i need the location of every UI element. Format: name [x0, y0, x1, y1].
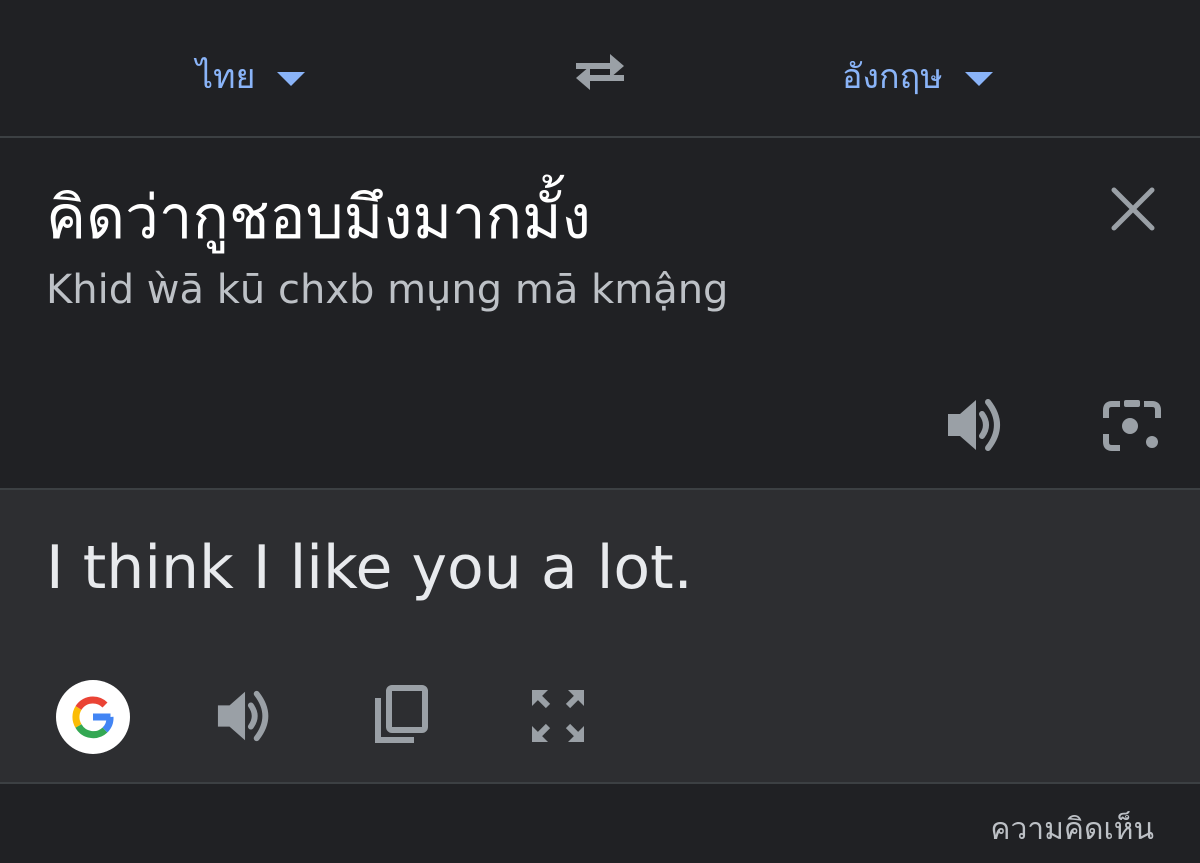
dropdown-caret-icon: [277, 72, 306, 86]
footer: ความคิดเห็น: [0, 784, 1200, 863]
source-language-label: ไทย: [196, 57, 256, 97]
source-panel: คิดว่ากูชอบมึงมากมั้ง Khid ẁā kū chxb mụ…: [0, 138, 1200, 490]
close-icon: [1111, 187, 1155, 231]
transliteration-text: Khid ẁā kū chxb mụng mā kmậng: [46, 267, 729, 313]
google-g-icon: [72, 696, 114, 739]
listen-source-button[interactable]: [944, 394, 1010, 456]
result-panel: I think I like you a lot.: [0, 490, 1200, 784]
google-button[interactable]: [56, 680, 130, 754]
swap-arrows-icon: [576, 54, 624, 90]
target-language-label: อังกฤษ: [842, 57, 943, 97]
camera-lens-icon: [1103, 400, 1161, 451]
target-language-button[interactable]: อังกฤษ: [842, 48, 993, 104]
language-bar: ไทย อังกฤษ: [0, 0, 1200, 138]
fullscreen-expand-icon: [532, 690, 584, 742]
source-text[interactable]: คิดว่ากูชอบมึงมากมั้ง: [46, 176, 591, 260]
clear-text-button[interactable]: [1106, 182, 1160, 236]
copy-translation-button[interactable]: [372, 684, 430, 746]
speaker-icon: [948, 399, 1000, 451]
fullscreen-button[interactable]: [528, 686, 588, 746]
speaker-icon: [217, 690, 269, 742]
translation-text: I think I like you a lot.: [46, 533, 693, 603]
source-language-button[interactable]: ไทย: [196, 48, 306, 104]
dropdown-caret-icon: [964, 72, 993, 86]
feedback-link[interactable]: ความคิดเห็น: [990, 810, 1154, 850]
translate-app: ไทย อังกฤษ คิดว่ากูชอบมึงมากมั้ง Khid ẁā…: [0, 0, 1200, 863]
camera-translate-button[interactable]: [1100, 396, 1164, 456]
listen-translation-button[interactable]: [214, 686, 278, 746]
swap-languages-button[interactable]: [570, 48, 630, 94]
copy-icon: [375, 685, 428, 743]
